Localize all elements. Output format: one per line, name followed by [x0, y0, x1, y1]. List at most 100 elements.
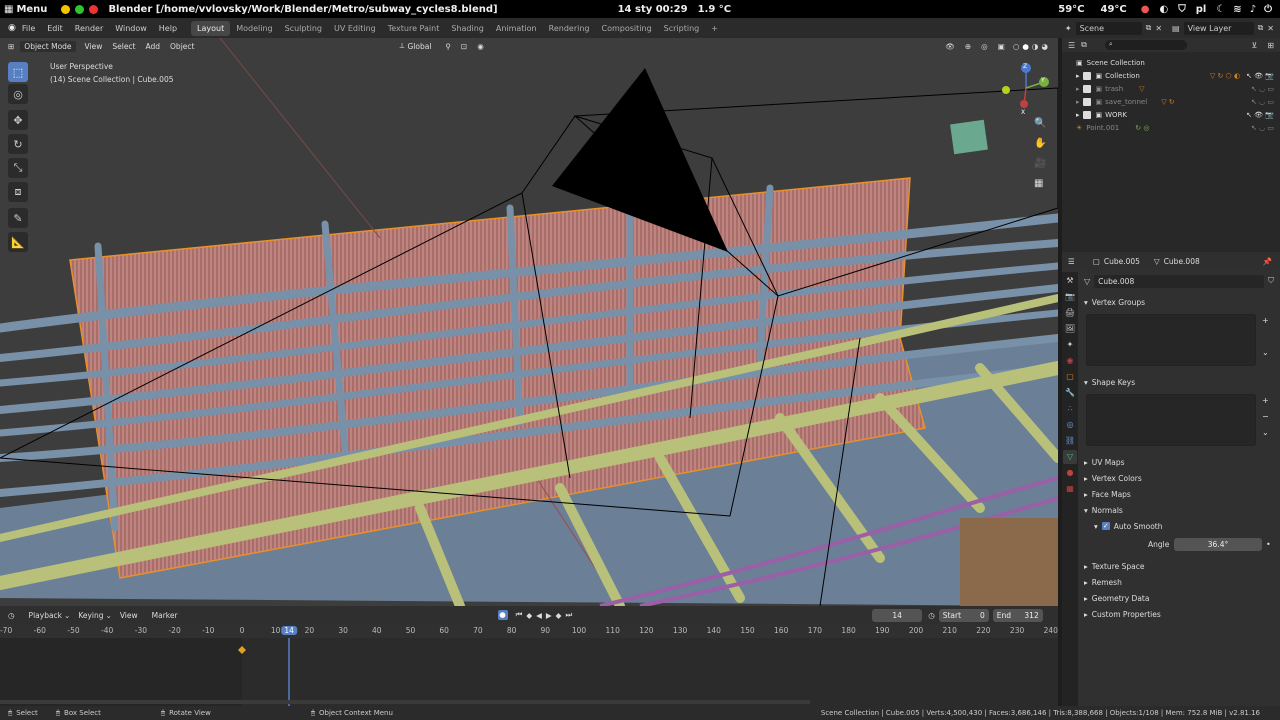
zoom-icon[interactable]: 🔍 [1034, 118, 1046, 129]
scale-tool[interactable]: ⤡ [8, 158, 28, 178]
delete-scene-icon[interactable]: ✕ [1155, 24, 1162, 33]
vertex-groups-header[interactable]: ▾ Vertex Groups [1084, 294, 1145, 310]
add-shape-key-icon[interactable]: + [1262, 396, 1269, 405]
chrome-icon[interactable]: ● [1141, 4, 1150, 15]
world-tab[interactable]: ◉ [1063, 354, 1077, 368]
select-box-tool[interactable]: ⬚ [8, 62, 28, 82]
timeline[interactable]: ◷ Playback ⌄ Keying ⌄ View Marker ● ⏮ ◆ … [0, 606, 1058, 706]
current-frame-field[interactable]: 14 [872, 608, 923, 622]
rotate-tool[interactable]: ↻ [8, 134, 28, 154]
menu-help[interactable]: Help [153, 24, 183, 33]
angle-field[interactable]: 36.4° [1174, 538, 1262, 551]
jump-start-icon[interactable]: ⏮ [516, 610, 523, 620]
render-tab[interactable]: 📷 [1063, 290, 1077, 304]
uv-maps-header[interactable]: ▸ UV Maps [1084, 454, 1125, 470]
view-layer-tab[interactable]: 🖼 [1063, 322, 1077, 336]
timeline-scrollbar[interactable] [0, 700, 810, 704]
constraints-tab[interactable]: ⛓ [1063, 434, 1077, 448]
mesh-name-field[interactable]: Cube.008 [1094, 274, 1264, 288]
outliner-row-trash[interactable]: ▸ ▣ trash ▽ ↖ ◡ ▭ [1076, 82, 1274, 95]
menu-marker[interactable]: Marker [152, 611, 178, 620]
editor-type-icon[interactable]: ⊞ [8, 42, 14, 51]
outliner-row-point[interactable]: ☀ Point.001 ↻ ◎ ↖ ◡ ▭ [1076, 121, 1274, 134]
texture-space-header[interactable]: ▸ Texture Space [1084, 558, 1144, 574]
ortho-grid-icon[interactable]: ▦ [1034, 178, 1043, 189]
jump-end-icon[interactable]: ⏭ [565, 610, 572, 620]
moon-icon[interactable]: ☾ [1216, 4, 1225, 15]
modifier-tab[interactable]: 🔧 [1063, 386, 1077, 400]
mesh-browse-icon[interactable]: ▽ [1084, 277, 1090, 286]
os-menu-button[interactable]: ▦ Menu [4, 4, 47, 15]
menu-select[interactable]: Select [112, 42, 135, 51]
navigation-gizmo[interactable]: Z Y X [1002, 60, 1054, 116]
properties-editor-icon[interactable]: ☰ [1068, 257, 1075, 266]
remesh-header[interactable]: ▸ Remesh [1084, 574, 1122, 590]
tab-uv-editing[interactable]: UV Editing [328, 21, 382, 36]
checkbox-save-tonnel[interactable] [1082, 97, 1091, 106]
outliner-root[interactable]: ▣ Scene Collection [1076, 56, 1274, 69]
xray-icon[interactable]: ▣ [998, 42, 1005, 51]
delete-view-layer-icon[interactable]: ✕ [1267, 24, 1274, 33]
maximize-button[interactable] [75, 4, 85, 14]
menu-edit[interactable]: Edit [41, 24, 69, 33]
display-mode-icon[interactable]: ⧉ [1081, 40, 1087, 50]
power-icon[interactable]: ⏻ [1264, 4, 1272, 15]
close-button[interactable] [89, 4, 99, 14]
blender-logo-icon[interactable]: ◉ [8, 23, 16, 33]
play-icon[interactable]: ▶ [546, 611, 552, 620]
visibility-icons[interactable]: ↖ 👁 📷 [1246, 111, 1274, 119]
data-tab[interactable]: ▽ [1063, 450, 1077, 464]
new-scene-icon[interactable]: ⧉ [1146, 23, 1152, 33]
outliner-row-work[interactable]: ▸ ▣ WORK ↖ 👁 📷 [1076, 108, 1274, 121]
tab-scripting[interactable]: Scripting [658, 21, 706, 36]
custom-properties-header[interactable]: ▸ Custom Properties [1084, 606, 1161, 622]
tab-texture-paint[interactable]: Texture Paint [382, 21, 446, 36]
shape-keys-header[interactable]: ▾ Shape Keys [1084, 374, 1135, 390]
clock[interactable]: 14 sty 00:29 [618, 4, 688, 15]
vertex-colors-header[interactable]: ▸ Vertex Colors [1084, 470, 1142, 486]
menu-keying[interactable]: Keying [78, 611, 103, 620]
menu-view[interactable]: View [85, 42, 103, 51]
add-vertex-group-icon[interactable]: + [1262, 316, 1269, 325]
scene-icon[interactable]: ✦ [1065, 24, 1072, 33]
tab-rendering[interactable]: Rendering [543, 21, 596, 36]
vertex-groups-list[interactable] [1086, 314, 1256, 366]
keyboard-lang[interactable]: pl [1196, 4, 1207, 15]
tool-tab[interactable]: ⚒ [1063, 274, 1077, 288]
3d-viewport[interactable]: ⊞ Object Mode View Select Add Object ⟂ G… [0, 38, 1058, 606]
overlay-icon[interactable]: ◎ [981, 42, 988, 51]
expand-arrow-icon[interactable]: ▸ [1076, 111, 1080, 119]
new-collection-icon[interactable]: ⊞ [1267, 41, 1274, 50]
pin-icon[interactable]: 📌 [1263, 257, 1272, 266]
outliner-row-collection[interactable]: ▸ ▣ Collection ▽ ↻ ⬡ ◐ ↖ 👁 📷 [1076, 69, 1274, 82]
view-layer-icon[interactable]: ▤ [1172, 24, 1180, 33]
shading-material-icon[interactable]: ◑ [1032, 42, 1039, 51]
particles-tab[interactable]: ∴ [1063, 402, 1077, 416]
menu-window[interactable]: Window [109, 24, 153, 33]
camera-view-icon[interactable]: 🎥 [1034, 158, 1046, 169]
geometry-data-header[interactable]: ▸ Geometry Data [1084, 590, 1149, 606]
texture-tab[interactable]: ▦ [1063, 482, 1077, 496]
pan-hand-icon[interactable]: ✋ [1034, 138, 1046, 149]
play-reverse-icon[interactable]: ◀ [536, 611, 542, 620]
scene-field[interactable]: Scene [1075, 21, 1142, 35]
gizmo-icon[interactable]: ⊕ [965, 42, 971, 51]
outliner-row-save-tonnel[interactable]: ▸ ▣ save_tonnel ▽ ↻ ↖ ◡ ▭ [1076, 95, 1274, 108]
menu-playback[interactable]: Playback [29, 611, 62, 620]
menu-file[interactable]: File [16, 24, 41, 33]
filter-icon[interactable]: ⊻ [1251, 41, 1257, 50]
annotate-tool[interactable]: ✎ [8, 208, 28, 228]
normals-header[interactable]: ▾ Normals [1084, 502, 1123, 518]
auto-key-button[interactable]: ● [497, 610, 508, 620]
prev-keyframe-icon[interactable]: ◆ [526, 611, 532, 620]
cursor-tool[interactable]: ◎ [8, 84, 28, 104]
orientation-icon[interactable]: ⟂ [399, 41, 404, 51]
preview-range-icon[interactable]: ◷ [928, 611, 935, 620]
face-maps-header[interactable]: ▸ Face Maps [1084, 486, 1131, 502]
visibility-icons[interactable]: ↖ ◡ ▭ [1251, 98, 1274, 106]
tray-icon[interactable]: ◐ [1160, 4, 1169, 15]
visibility-icons[interactable]: ↖ 👁 📷 [1246, 72, 1274, 80]
keyframe-dot-icon[interactable]: • [1266, 540, 1271, 549]
auto-smooth-checkbox[interactable]: ✓ [1101, 522, 1110, 530]
snap-icon[interactable]: ⊡ [461, 42, 467, 51]
